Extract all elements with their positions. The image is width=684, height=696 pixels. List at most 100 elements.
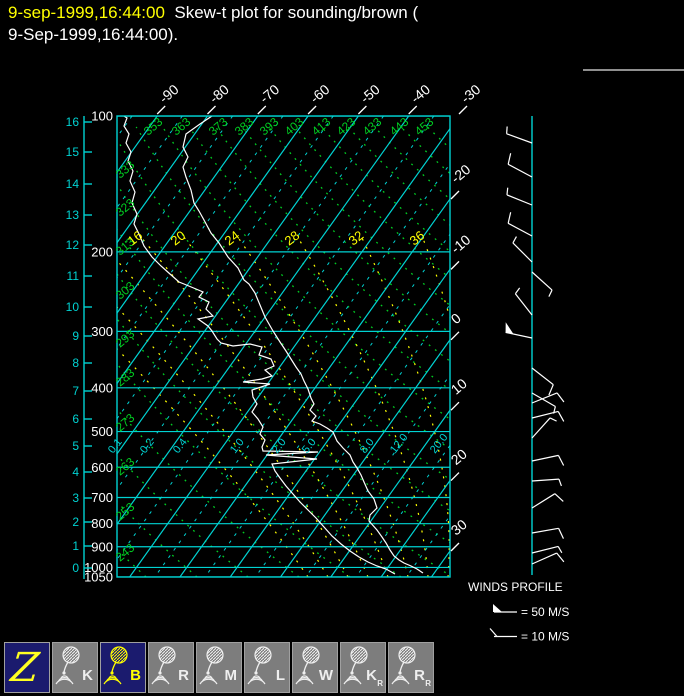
legend-item-label: = 10 M/S — [521, 630, 569, 643]
winds-legend-title: WINDS PROFILE — [468, 580, 563, 594]
toolbar-button-letter: M — [224, 667, 238, 684]
toolbar-button-letter: R — [178, 667, 189, 684]
wind-barb — [531, 527, 564, 539]
temp-tick-top — [156, 105, 166, 115]
toolbar-button-letter: W — [318, 667, 333, 684]
pressure-label: 800 — [91, 516, 113, 531]
dry-adiabat-line — [267, 126, 450, 307]
isotherm-dashed-line — [117, 116, 435, 561]
toolbar-button-subscript: R — [377, 679, 383, 688]
temp-label-right: 30 — [448, 516, 470, 538]
wind-barb — [531, 392, 556, 414]
toolbar-button-l[interactable]: L — [244, 642, 290, 693]
toolbar-button-z-logo[interactable]: Z — [4, 642, 50, 693]
dry-adiabat-line — [117, 362, 351, 577]
skewt-app-window: { "title": { "timestamp": "9-sep-1999,16… — [0, 0, 684, 696]
pressure-label: 1050 — [84, 570, 113, 585]
toolbar-button-r-r[interactable]: RR — [388, 642, 434, 693]
plot-grid — [0, 116, 684, 577]
wind-barb — [512, 236, 533, 263]
wind-barb — [514, 287, 533, 316]
theta-label-top: 383 — [232, 114, 257, 138]
toolbar-button-letter: R — [414, 667, 425, 684]
isotherm-dashed-line — [355, 444, 450, 577]
isotherm-line — [280, 338, 450, 577]
isotherm-dashed-line — [117, 116, 384, 490]
pressure-label: 200 — [91, 244, 113, 259]
pressure-label: 500 — [91, 424, 113, 439]
temp-tick-right — [450, 472, 460, 482]
height-label: 5 — [72, 439, 79, 453]
toolbar-button-k[interactable]: K — [52, 642, 98, 693]
height-label: 10 — [66, 300, 80, 314]
toolbar-button-letter: K — [82, 667, 93, 684]
isotherm-line — [179, 197, 450, 577]
mixing-ratio-label: 0.2 — [138, 436, 157, 455]
temp-label-top: -80 — [206, 81, 232, 106]
temp-tick-top — [458, 105, 468, 115]
toolbar-button-letter: K — [366, 667, 377, 684]
temp-tick-right — [450, 331, 460, 341]
dry-adiabat-line — [117, 501, 198, 577]
height-label: 11 — [67, 269, 80, 283]
wind-barb — [506, 126, 533, 144]
toolbar-button-letter: B — [130, 667, 141, 684]
moist-adiabat-line — [182, 235, 389, 577]
height-label: 12 — [66, 238, 80, 252]
dry-adiabat-line — [400, 126, 450, 175]
isotherm-line — [129, 127, 450, 577]
theta-label-top: 403 — [282, 114, 307, 138]
isotherm-line — [0, 116, 107, 577]
wind-barb — [531, 478, 562, 487]
mixing-ratio-label: 0.4 — [171, 436, 190, 455]
pressure-label: 900 — [91, 539, 113, 554]
height-label: 14 — [66, 177, 80, 191]
temp-label-top: -90 — [156, 81, 182, 106]
pressure-label: 700 — [91, 490, 113, 505]
height-label: 1 — [72, 539, 79, 553]
wind-barb — [531, 271, 553, 297]
isotherm-dashed-line — [457, 116, 684, 577]
theta-label-top: 423 — [334, 114, 359, 138]
moist-adiabat-label: 28 — [282, 228, 303, 249]
toolbar-button-b[interactable]: B — [100, 642, 146, 693]
temp-label-right: 10 — [448, 375, 470, 397]
pressure-label: 400 — [91, 380, 113, 395]
temp-label-right: -20 — [448, 161, 474, 186]
temp-label-top: -30 — [458, 81, 484, 106]
height-label: 4 — [72, 465, 79, 479]
mixing-ratio-label: 0.1 — [106, 436, 125, 455]
wind-barb — [531, 493, 564, 509]
toolbar-button-k-r[interactable]: KR — [340, 642, 386, 693]
height-label: 16 — [66, 115, 80, 129]
temp-tick-top — [357, 105, 367, 115]
moist-adiabat-label: 20 — [168, 228, 189, 249]
height-label: 2 — [72, 515, 79, 529]
isotherm-line — [430, 549, 450, 577]
temp-tick-right — [450, 260, 460, 270]
toolbar-button-letter: L — [275, 667, 285, 684]
wind-barb — [505, 322, 533, 339]
theta-label-top: 353 — [141, 114, 166, 138]
moist-adiabat-line — [139, 235, 369, 577]
toolbar-button-r[interactable]: R — [148, 642, 194, 693]
dry-adiabat-line — [426, 126, 450, 150]
mixing-ratio-label: 1.0 — [228, 436, 247, 455]
height-label: 7 — [72, 384, 79, 398]
toolbar: Z K B R M L W K R R R — [4, 642, 436, 694]
wind-barb — [531, 552, 565, 565]
toolbar-button-m[interactable]: M — [196, 642, 242, 693]
pressure-label: 100 — [91, 109, 113, 124]
mixing-ratio-label: 12.0 — [388, 432, 411, 456]
height-label: 3 — [72, 491, 79, 505]
height-label: 15 — [66, 145, 80, 159]
mixing-ratio-label: 8.0 — [358, 436, 377, 455]
skewt-plot: 1002003004005006007008009001000105001234… — [0, 81, 684, 643]
theta-label-top: 393 — [257, 114, 282, 138]
temp-label-top: -40 — [407, 81, 433, 106]
dry-adiabat-line — [117, 273, 450, 577]
temp-tick-top — [408, 105, 418, 115]
toolbar-button-w[interactable]: W — [292, 642, 338, 693]
height-label: 9 — [72, 329, 79, 343]
dry-adiabat-line — [135, 126, 450, 450]
